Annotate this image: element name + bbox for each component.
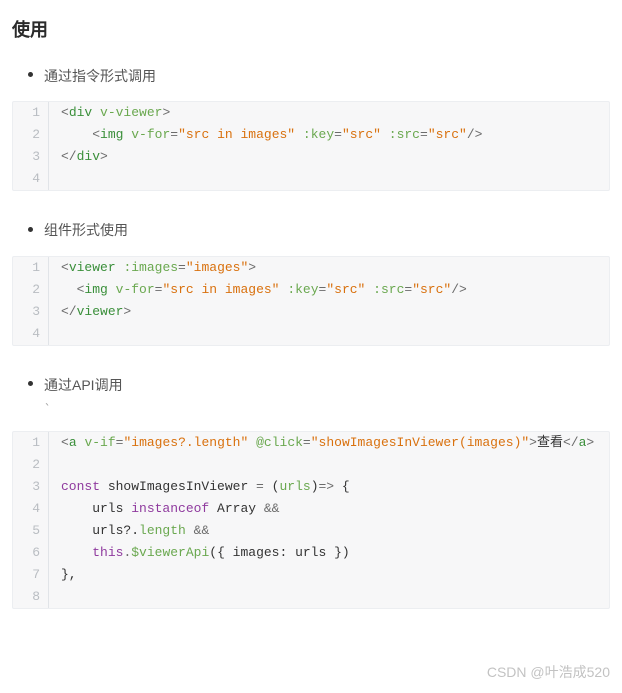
line-number: 1: [13, 432, 49, 454]
code-line: 3 </viewer>: [13, 301, 609, 323]
watermark: CSDN @叶浩成520: [487, 661, 610, 683]
code-line: 2 <img v-for="src in images" :key="src" …: [13, 124, 609, 146]
line-number: 1: [13, 102, 49, 124]
line-number: 5: [13, 520, 49, 542]
code-line: 5 urls?.length &&: [13, 520, 609, 542]
code-block-api: 1 <a v-if="images?.length" @click="showI…: [12, 431, 610, 609]
code-block-component: 1 <viewer :images="images"> 2 <img v-for…: [12, 256, 610, 346]
code-line: 4: [13, 168, 609, 190]
bullet-directive: 通过指令形式调用: [12, 65, 610, 87]
line-number: 3: [13, 476, 49, 498]
line-number: 7: [13, 564, 49, 586]
code-line: 4: [13, 323, 609, 345]
line-number: 2: [13, 124, 49, 146]
code-line: 2 <img v-for="src in images" :key="src" …: [13, 279, 609, 301]
line-number: 2: [13, 454, 49, 476]
line-number: 6: [13, 542, 49, 564]
code-line: 1 <div v-viewer>: [13, 102, 609, 124]
line-number: 1: [13, 257, 49, 279]
line-number: 3: [13, 301, 49, 323]
line-number: 4: [13, 168, 49, 190]
line-number: 4: [13, 323, 49, 345]
code-line: 4 urls instanceof Array &&: [13, 498, 609, 520]
code-line: 1 <viewer :images="images">: [13, 257, 609, 279]
line-number: 4: [13, 498, 49, 520]
bullet-component: 组件形式使用: [12, 219, 610, 241]
line-number: 8: [13, 586, 49, 608]
bullet-api: 通过API调用: [12, 374, 610, 396]
backtick-stub: `: [12, 400, 610, 419]
code-line: 3 </div>: [13, 146, 609, 168]
code-block-directive: 1 <div v-viewer> 2 <img v-for="src in im…: [12, 101, 610, 191]
page-title: 使用: [12, 16, 610, 45]
code-line: 1 <a v-if="images?.length" @click="showI…: [13, 432, 609, 454]
code-line: 3 const showImagesInViewer = (urls)=> {: [13, 476, 609, 498]
code-line: 6 this.$viewerApi({ images: urls }): [13, 542, 609, 564]
code-line: 8: [13, 586, 609, 608]
line-number: 3: [13, 146, 49, 168]
line-number: 2: [13, 279, 49, 301]
code-line: 2: [13, 454, 609, 476]
code-line: 7 },: [13, 564, 609, 586]
